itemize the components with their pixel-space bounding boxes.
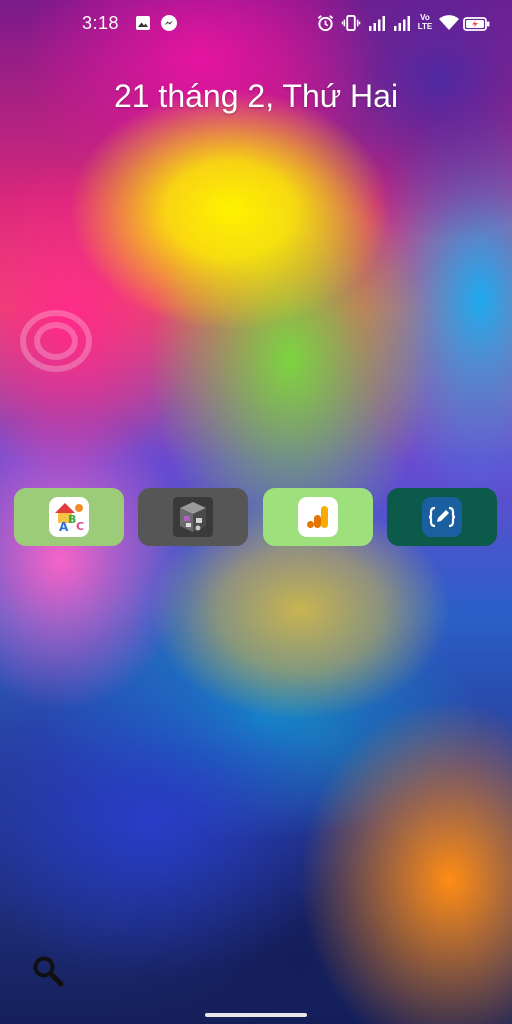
lock-screen-date: 21 tháng 2, Thứ Hai: [113, 78, 399, 114]
search-icon[interactable]: [30, 953, 66, 989]
signal-icon: [369, 16, 385, 31]
image-icon: [136, 16, 150, 30]
app-tile-3d-cube[interactable]: [138, 488, 248, 546]
abc-kids-app-icon: A B C: [49, 497, 89, 537]
3d-cube-app-icon: [173, 497, 213, 537]
alarm-icon: [317, 15, 334, 32]
vibrate-icon: [341, 14, 361, 32]
wallpaper-swirl: [34, 322, 78, 360]
svg-text:C: C: [76, 520, 84, 533]
home-indicator[interactable]: [205, 1013, 307, 1017]
wifi-icon: [439, 15, 459, 30]
app-tile-analytics[interactable]: [263, 488, 373, 546]
signal-icon: [394, 16, 410, 31]
lock-screen: 3:18 Vo LTE 21 tháng 2, Thứ Hai A B C: [0, 0, 512, 1024]
status-time: 3:18: [82, 13, 120, 33]
messenger-icon: [161, 15, 177, 31]
status-bar: 3:18 Vo LTE: [0, 0, 512, 48]
code-editor-app-icon: [422, 497, 462, 537]
app-tile-abc-kids[interactable]: A B C: [14, 488, 124, 546]
analytics-app-icon: [298, 497, 338, 537]
app-tile-code-editor[interactable]: [387, 488, 497, 546]
volte-icon: Vo LTE: [416, 13, 436, 33]
volte-text: Vo LTE: [417, 13, 433, 31]
battery-charging-icon: [463, 17, 490, 31]
